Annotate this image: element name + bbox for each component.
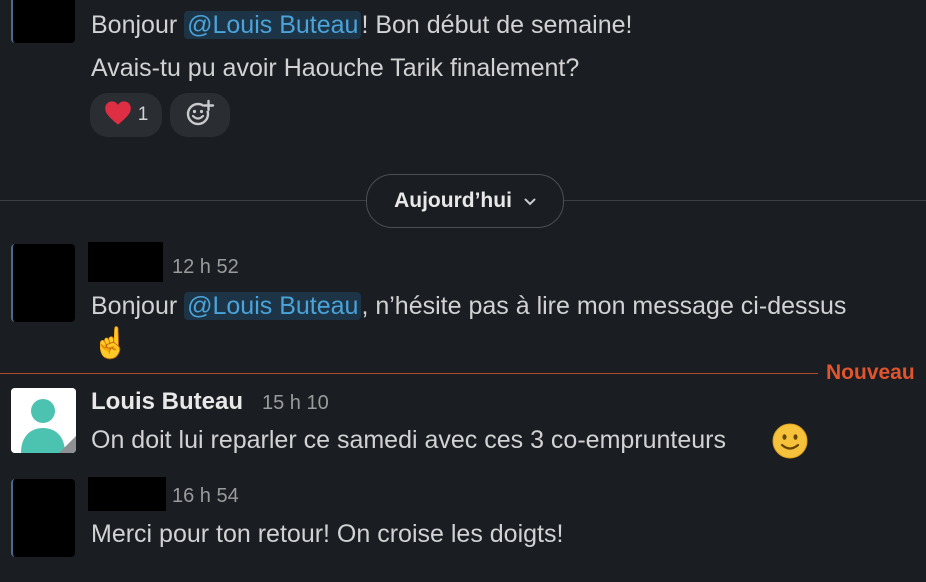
date-divider-button[interactable]: Aujourd’hui <box>366 174 564 228</box>
new-messages-divider <box>0 373 818 374</box>
user-mention[interactable]: @Louis Buteau <box>184 292 362 320</box>
message-text: On doit lui reparler ce samedi avec ces … <box>91 425 726 455</box>
message-text: Bonjour @Louis Buteau! Bon début de sema… <box>91 10 632 40</box>
message-text: Bonjour @Louis Buteau, n’hésite pas à li… <box>91 291 846 321</box>
message-timestamp[interactable]: 15 h 10 <box>262 392 329 415</box>
add-reaction-button[interactable] <box>170 93 230 137</box>
user-mention[interactable]: @Louis Buteau <box>184 11 362 39</box>
avatar[interactable] <box>11 0 75 43</box>
add-reaction-icon <box>185 98 215 133</box>
message-text: Avais-tu pu avoir Haouche Tarik finaleme… <box>91 54 580 82</box>
reaction-heart[interactable]: 1 <box>90 93 162 137</box>
avatar[interactable] <box>11 244 75 322</box>
message-text-segment: Bonjour <box>91 11 185 39</box>
message-timestamp[interactable]: 16 h 54 <box>172 485 239 508</box>
message-text-segment: , n’hésite pas à lire mon message ci-des… <box>361 292 847 320</box>
message-text-segment: On doit lui reparler ce samedi avec ces … <box>91 426 727 454</box>
smiling-face-icon <box>771 422 809 465</box>
author-name-redacted[interactable] <box>88 242 163 282</box>
heart-icon <box>104 100 132 131</box>
message-timestamp[interactable]: 12 h 52 <box>172 256 239 279</box>
author-name-redacted[interactable] <box>88 477 166 511</box>
message-text-segment: Bonjour <box>91 292 185 320</box>
pointing-up-icon: ☝️ <box>92 327 130 360</box>
message-text-segment: ! Bon début de semaine! <box>361 11 633 39</box>
date-divider-label: Aujourd’hui <box>394 189 512 212</box>
reaction-count: 1 <box>137 104 149 125</box>
avatar[interactable] <box>11 479 75 557</box>
avatar[interactable] <box>11 388 76 453</box>
chevron-down-icon <box>524 193 536 210</box>
author-name[interactable]: Louis Buteau <box>91 388 243 416</box>
default-user-icon <box>11 388 76 453</box>
message-text: Merci pour ton retour! On croise les doi… <box>91 520 564 548</box>
new-messages-label: Nouveau <box>826 361 915 384</box>
